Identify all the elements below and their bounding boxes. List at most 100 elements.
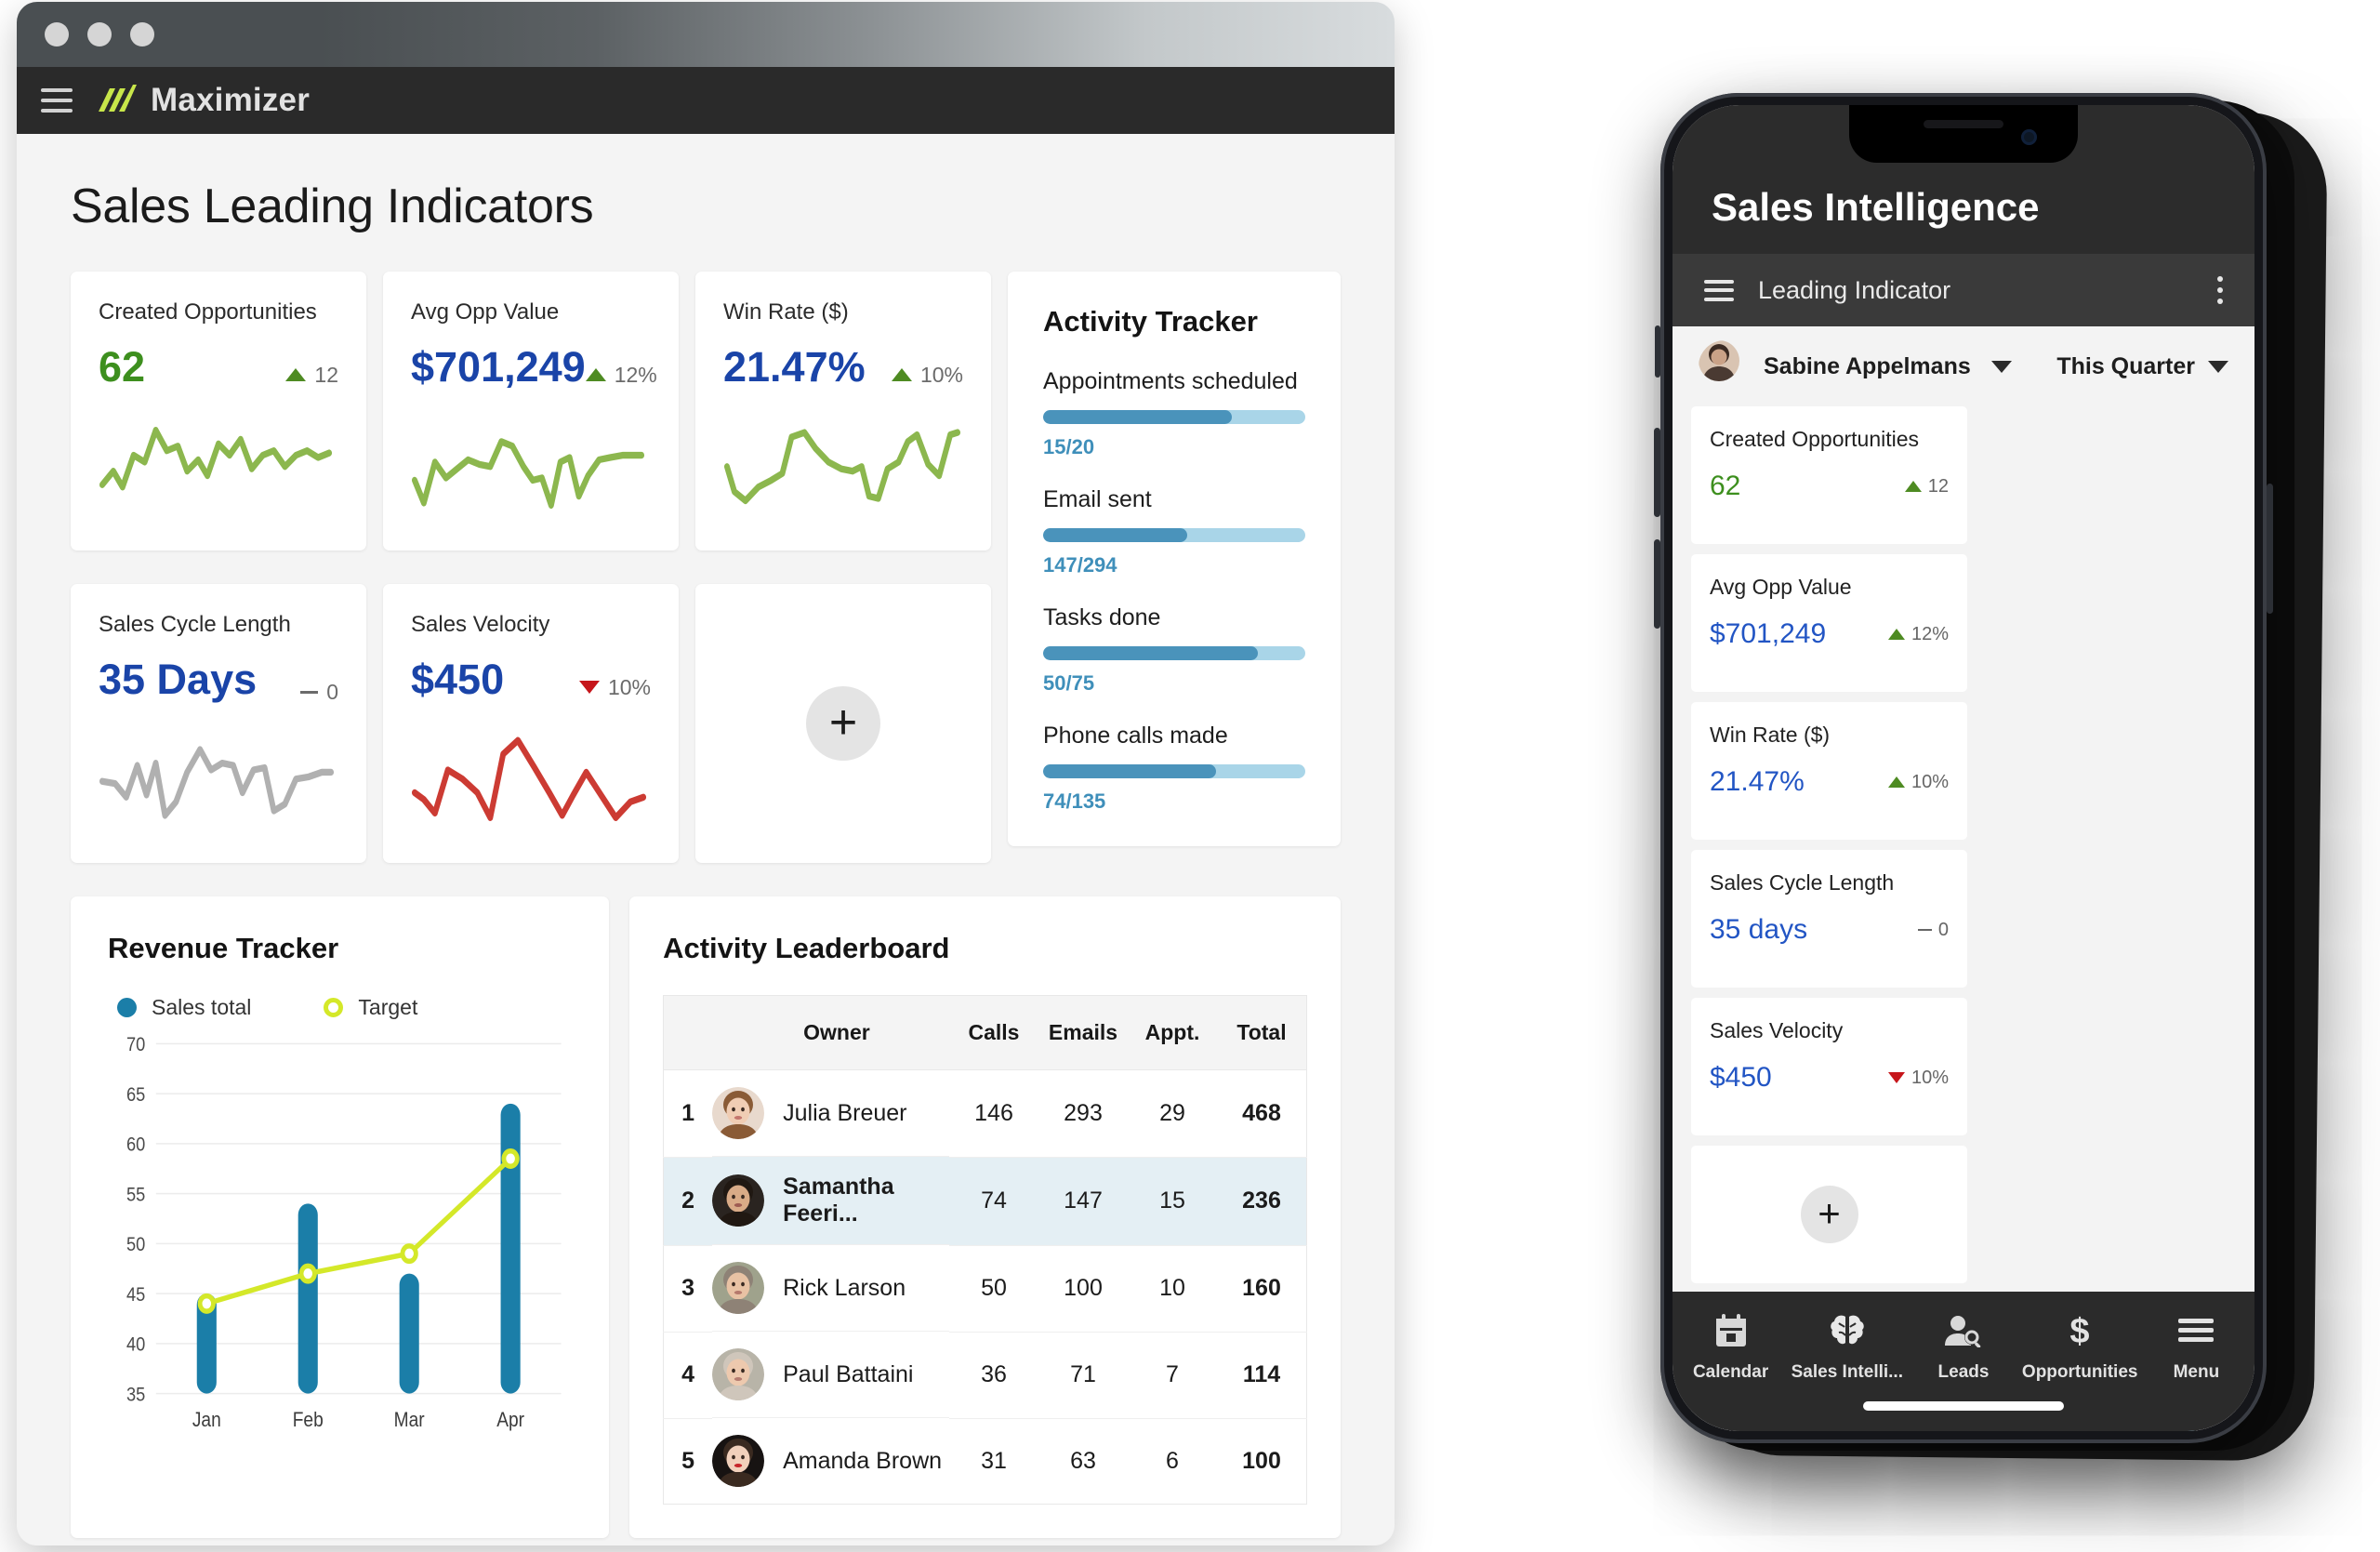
sparkline-chart [411,729,651,831]
svg-text:$: $ [2070,1312,2090,1349]
dashboard-main-columns: Created Opportunities 62 12 Avg Opp Valu… [71,272,1341,880]
table-row[interactable]: 5 Amanda Brown 31 63 6 100 [664,1418,1307,1505]
avatar [1699,340,1751,392]
legend-dot-icon [117,998,137,1017]
svg-text:50: 50 [126,1234,145,1255]
phone-kpi-grid: Created Opportunities 62 12 Avg Opp Valu… [1673,406,2254,1296]
volume-up-button[interactable] [1654,428,1660,517]
nav-item-menu[interactable]: Menu [2138,1310,2254,1383]
row-calls: 50 [949,1245,1038,1333]
table-row[interactable]: 1 Julia Breuer 146 293 29 468 [663,1069,1307,1158]
kpi-card-sales-cycle-length[interactable]: Sales Cycle Length 35 Days 0 [71,584,366,863]
phone-kpi-card-sales-cycle-length[interactable]: Sales Cycle Length 35 days 0 [1691,850,1967,988]
activity-leaderboard-panel: Activity Leaderboard Owner Calls Emails … [629,896,1341,1538]
activity-item: Phone calls made 74/135 [1043,723,1305,814]
phone-subheader-title: Leading Indicator [1758,275,1951,304]
kpi-card-avg-opp-value[interactable]: Avg Opp Value $701,249 12% [383,272,679,550]
row-total: 236 [1217,1157,1307,1246]
dashboard-grid: Created Opportunities 62 12 Avg Opp Valu… [17,272,1395,1538]
window-close-button[interactable] [45,22,69,46]
kpi-label: Avg Opp Value [411,299,560,325]
kpi-card-created-opportunities[interactable]: Created Opportunities 62 12 [71,272,366,550]
menu-icon [2178,1310,2215,1351]
revenue-tracker-panel: Revenue Tracker Sales total Target 35 40… [71,896,610,1538]
row-emails: 100 [1038,1245,1128,1333]
row-owner: Paul Battaini [712,1332,949,1418]
leaderboard-header-row: Owner Calls Emails Appt. Total [663,995,1307,1070]
row-total: 100 [1242,1447,1281,1474]
phone-add-kpi-card[interactable]: + [1691,1146,1967,1283]
phone-kpi-card-avg-opp-value[interactable]: Avg Opp Value $701,249 12% [1691,554,1967,692]
row-emails: 71 [1038,1332,1128,1419]
kpi-value: 21.47% [723,343,866,391]
kpi-delta-value: 12 [314,362,338,387]
window-maximize-button[interactable] [130,22,154,46]
period-filter[interactable]: This Quarter [2056,353,2228,380]
app-header-bar: Maximizer [17,67,1395,134]
activity-fraction: 15/20 [1043,435,1095,458]
plus-icon[interactable]: + [1800,1186,1858,1243]
column-header-emails[interactable]: Emails [1038,995,1128,1070]
activity-tracker-panel: Activity Tracker Appointments scheduled … [1008,272,1341,846]
kpi-card-sales-velocity[interactable]: Sales Velocity $450 10% [383,584,679,863]
row-owner: Julia Breuer [712,1070,949,1157]
row-owner-name: Samantha Feeri... [783,1174,894,1227]
add-kpi-card[interactable]: + [695,584,991,863]
mute-switch[interactable] [1655,325,1660,378]
kpi-label: Created Opportunities [99,299,317,325]
activity-tracker-title: Activity Tracker [1043,305,1258,338]
row-rank: 5 [681,1447,695,1474]
column-header-appt[interactable]: Appt. [1128,995,1217,1070]
svg-text:60: 60 [126,1134,145,1155]
phone-kpi-card-sales-velocity[interactable]: Sales Velocity $450 10% [1691,998,1967,1135]
kpi-delta-value: 10% [919,362,963,387]
column-header-owner[interactable]: Owner [712,995,949,1070]
person-search-icon [1944,1310,1983,1351]
home-indicator [1863,1401,2064,1411]
phone-kpi-card-win-rate[interactable]: Win Rate ($) 21.47% 10% [1691,702,1967,840]
menu-icon[interactable] [1704,279,1734,301]
volume-down-button[interactable] [1654,539,1660,629]
user-filter[interactable]: Sabine Appelmans [1699,340,2056,392]
more-options-icon[interactable] [2217,276,2223,304]
nav-item-opportunities[interactable]: $ Opportunities [2022,1310,2138,1383]
sparkline-chart [99,417,338,519]
kpi-value: 21.47% [1710,766,1805,797]
kpi-value-row: 62 12 [99,346,338,388]
avatar [712,1262,765,1314]
row-total: 160 [1217,1245,1307,1333]
column-header-calls[interactable]: Calls [949,995,1038,1070]
phone-bottom-navigation: Calendar Sales Intelli... Leads $ Opport… [1673,1292,2254,1431]
nav-item-leads[interactable]: Leads [1905,1310,2021,1383]
kpi-value: 62 [99,343,146,391]
window-minimize-button[interactable] [87,22,112,46]
row-appt: 6 [1166,1447,1179,1474]
nav-item-sales-intelligence[interactable]: Sales Intelli... [1789,1310,1905,1383]
kpi-card-win-rate[interactable]: Win Rate ($) 21.47% 10% [695,272,991,550]
trend-down-icon [578,681,600,694]
revenue-bar-line-chart: 35 40 45 50 55 60 65 70 Jan Feb Mar Apr [108,1029,572,1439]
table-row[interactable]: 4 Paul Battaini 36 71 7 114 [663,1332,1307,1419]
table-row[interactable]: 2 Samantha Feeri... 74 147 15 236 [663,1157,1307,1246]
row-calls: 31 [981,1447,1007,1474]
kpi-value-row: $701,249 12% [1710,618,1949,650]
phone-kpi-card-created-opportunities[interactable]: Created Opportunities 62 12 [1691,406,1967,544]
front-camera-icon [2021,129,2037,145]
nav-item-calendar[interactable]: Calendar [1673,1310,1789,1383]
plus-icon[interactable]: + [806,686,880,761]
power-button[interactable] [2267,484,2273,614]
kpi-delta: 12 [285,363,338,388]
activity-progress-bar [1043,764,1305,778]
legend-item-sales-total: Sales total [117,995,251,1020]
activity-item: Tasks done 50/75 [1043,604,1305,696]
chevron-down-icon [1990,360,2012,373]
trend-up-icon [1887,629,1905,640]
phone-filter-bar: Sabine Appelmans This Quarter [1673,326,2254,406]
kpi-value-row: 21.47% 10% [1710,766,1949,798]
kpi-delta-value: 12 [1927,475,1949,497]
column-header-rank[interactable] [663,995,713,1070]
menu-icon[interactable] [41,88,73,113]
table-row[interactable]: 3 Rick Larson 50 100 10 160 [663,1245,1307,1333]
kpi-delta: 12 [1904,475,1949,497]
column-header-total[interactable]: Total [1217,995,1307,1070]
